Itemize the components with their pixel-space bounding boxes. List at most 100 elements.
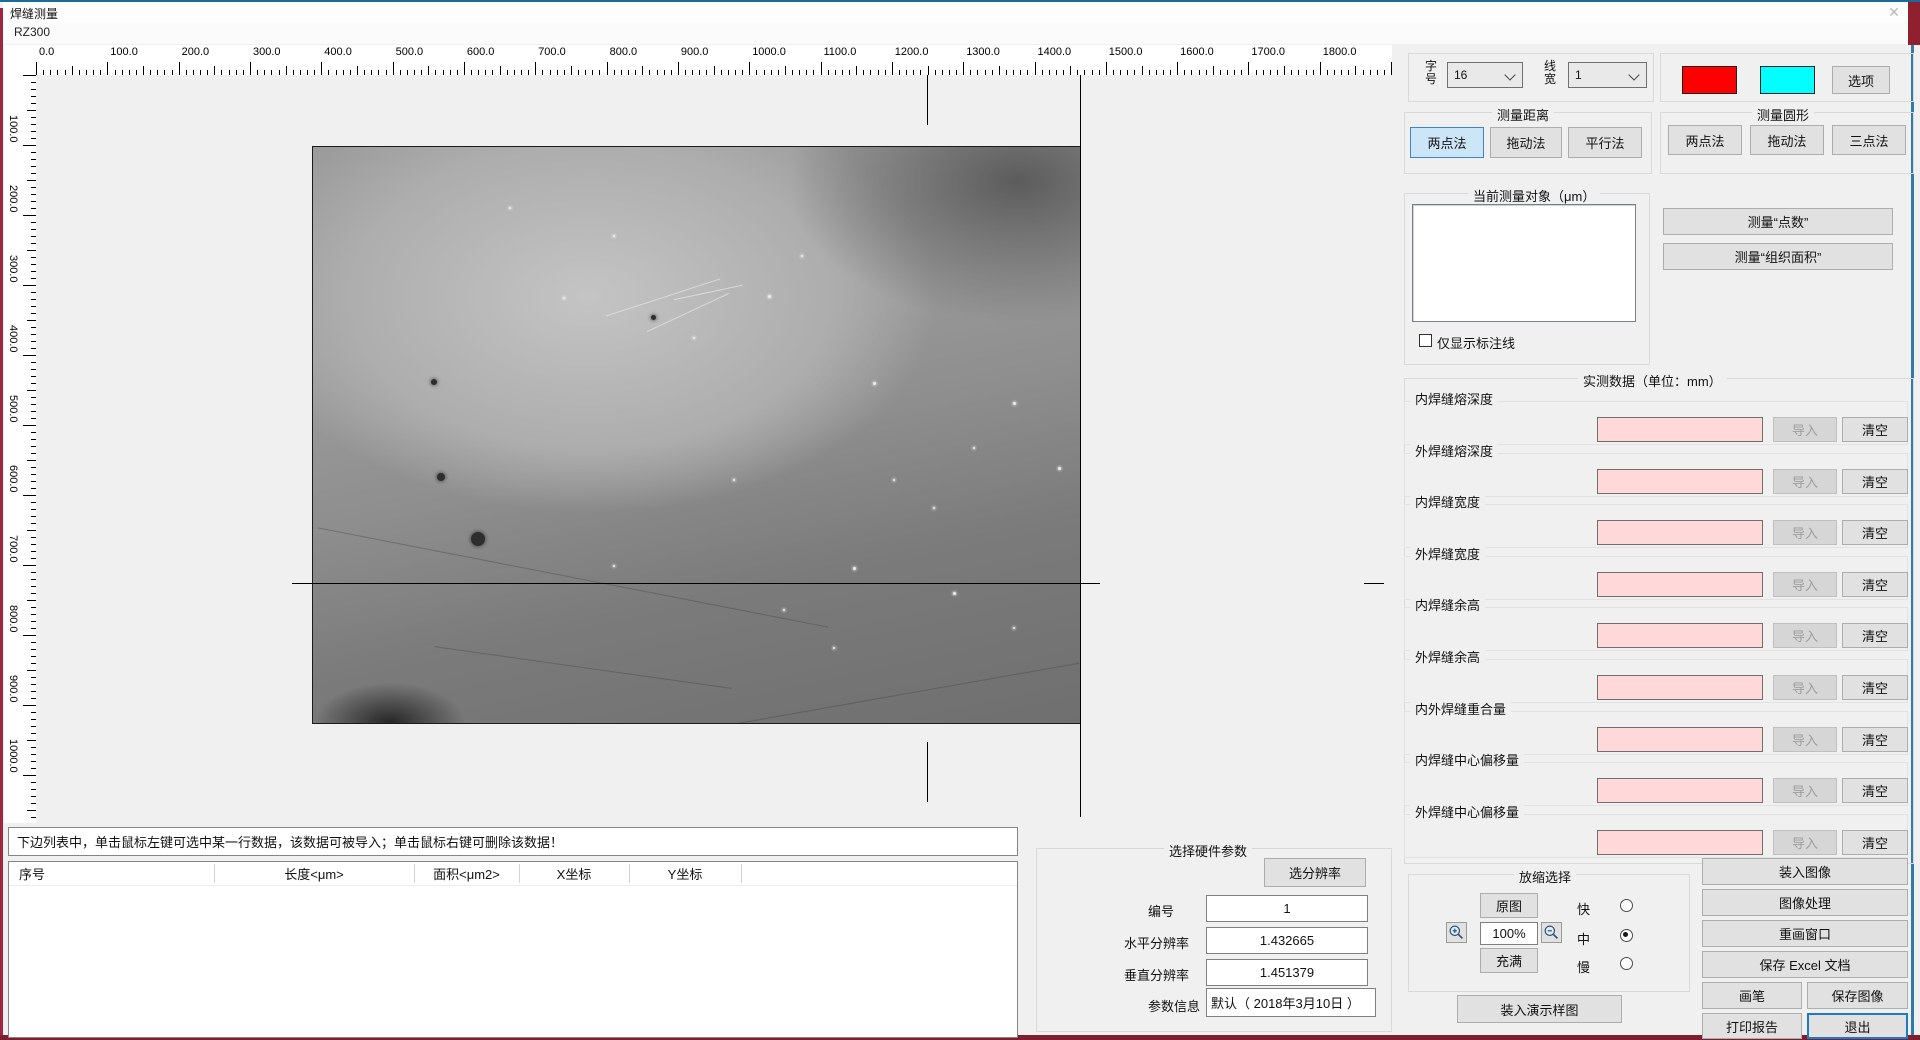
weld-specimen-image[interactable] (312, 146, 1081, 724)
menu-item-rz300[interactable]: RZ300 (14, 25, 50, 39)
magnifier-plus-icon[interactable] (1446, 922, 1467, 943)
print-report-button[interactable]: 打印报告 (1702, 1013, 1802, 1039)
primary-color-swatch[interactable] (1682, 66, 1737, 94)
measure-value-input[interactable] (1597, 469, 1763, 494)
ruler-tick (928, 66, 929, 75)
speed-slow-radio[interactable] (1620, 957, 1633, 970)
speed-fast-radio[interactable] (1620, 899, 1633, 912)
hw-id-field[interactable]: 1 (1206, 895, 1368, 922)
table-header-0[interactable]: 序号 (9, 862, 224, 885)
menu-bar (3, 22, 1908, 44)
measure-value-input[interactable] (1597, 675, 1763, 700)
image-process-button[interactable]: 图像处理 (1702, 889, 1908, 916)
table-header-separator (214, 864, 215, 883)
clear-button[interactable]: 清空 (1842, 469, 1908, 494)
exit-button[interactable]: 退出 (1807, 1013, 1908, 1039)
clear-button[interactable]: 清空 (1842, 417, 1908, 442)
load-demo-image-button[interactable]: 装入演示样图 (1457, 995, 1622, 1023)
clear-button[interactable]: 清空 (1842, 778, 1908, 803)
ruler-tick (963, 62, 964, 75)
table-header-2[interactable]: 面积<μm2> (414, 862, 519, 885)
table-header-3[interactable]: X坐标 (519, 862, 629, 885)
circle-three-point-button[interactable]: 三点法 (1832, 125, 1906, 155)
clear-button[interactable]: 清空 (1842, 727, 1908, 752)
measure-row-label: 外焊缝余高 (1410, 647, 1485, 666)
ruler-label: 1400.0 (1038, 46, 1072, 58)
image-dark-spot (431, 379, 437, 385)
results-table[interactable]: 序号长度<μm>面积<μm2>X坐标Y坐标 (8, 861, 1018, 1038)
measure-horizontal-line[interactable] (292, 583, 1100, 584)
hw-info-field[interactable]: 默认（ 2018年3月10日 ） (1206, 988, 1376, 1017)
measure-value-input[interactable] (1597, 520, 1763, 545)
line-width-select[interactable]: 1 (1568, 62, 1647, 88)
current-object-listbox[interactable] (1412, 204, 1636, 322)
load-image-button[interactable]: 装入图像 (1702, 858, 1908, 885)
clear-button[interactable]: 清空 (1842, 623, 1908, 648)
zoom-original-button[interactable]: 原图 (1480, 893, 1538, 918)
zoom-fill-button[interactable]: 充满 (1480, 948, 1538, 973)
magnifier-minus-icon[interactable] (1541, 922, 1562, 943)
ruler-label: 700.0 (538, 46, 566, 58)
circle-two-point-button[interactable]: 两点法 (1668, 125, 1742, 155)
measure-vertical-marker-top[interactable] (927, 75, 928, 125)
current-object-title: 当前测量对象（μm） (1468, 186, 1600, 205)
hw-vres-field[interactable]: 1.451379 (1206, 959, 1368, 986)
measure-vertical-line[interactable] (1080, 75, 1081, 817)
measure-value-input[interactable] (1597, 572, 1763, 597)
distance-two-point-button[interactable]: 两点法 (1410, 127, 1484, 158)
zoom-percent-field[interactable]: 100% (1480, 922, 1538, 945)
measure-tissue-area-button[interactable]: 测量“组织面积” (1663, 243, 1893, 270)
ruler-corner (4, 45, 36, 75)
table-header-1[interactable]: 长度<μm> (214, 862, 414, 885)
import-button: 导入 (1773, 572, 1837, 597)
distance-drag-button[interactable]: 拖动法 (1490, 127, 1562, 158)
options-button[interactable]: 选项 (1832, 66, 1890, 94)
ruler-tick (27, 180, 36, 181)
image-speck (933, 507, 935, 509)
measure-horizontal-marker-right[interactable] (1364, 583, 1384, 584)
distance-parallel-button[interactable]: 平行法 (1568, 127, 1642, 158)
clear-button[interactable]: 清空 (1842, 830, 1908, 855)
image-speck (783, 609, 785, 611)
hw-hres-field[interactable]: 1.432665 (1206, 927, 1368, 954)
save-excel-button[interactable]: 保存 Excel 文档 (1702, 951, 1908, 978)
select-resolution-button[interactable]: 选分辨率 (1264, 858, 1366, 887)
font-size-select[interactable]: 16 (1447, 62, 1523, 88)
ruler-label-text: 600.0 (7, 465, 19, 493)
paintbrush-button[interactable]: 画笔 (1702, 982, 1802, 1009)
image-speck (833, 647, 835, 649)
ruler-tick (642, 66, 643, 75)
clear-button[interactable]: 清空 (1842, 572, 1908, 597)
measure-value-input[interactable] (1597, 830, 1763, 855)
image-dark-spot (651, 315, 656, 320)
measure-points-button[interactable]: 测量“点数” (1663, 208, 1893, 235)
measure-vertical-marker-bottom[interactable] (927, 742, 928, 802)
ruler-label: 900.0 (7, 659, 23, 703)
ruler-tick (1248, 62, 1249, 75)
image-speck (853, 567, 856, 570)
ruler-label-text: 500.0 (7, 395, 19, 423)
save-image-button[interactable]: 保存图像 (1807, 982, 1908, 1009)
measure-value-input[interactable] (1597, 727, 1763, 752)
import-button: 导入 (1773, 417, 1837, 442)
show-annotation-only-checkbox[interactable] (1419, 334, 1432, 347)
ruler-tick (1213, 66, 1214, 75)
image-dark-spot (471, 532, 485, 546)
close-icon[interactable]: ✕ (1884, 4, 1904, 20)
measure-value-input[interactable] (1597, 417, 1763, 442)
clear-button[interactable]: 清空 (1842, 520, 1908, 545)
line-width-value: 1 (1575, 68, 1582, 82)
table-header-separator (629, 864, 630, 883)
ruler-tick (714, 66, 715, 75)
table-header-4[interactable]: Y坐标 (629, 862, 741, 885)
import-button: 导入 (1773, 778, 1837, 803)
redraw-window-button[interactable]: 重画窗口 (1702, 920, 1908, 947)
ruler-tick (23, 495, 36, 496)
measure-value-input[interactable] (1597, 623, 1763, 648)
clear-button[interactable]: 清空 (1842, 675, 1908, 700)
ruler-tick (27, 320, 36, 321)
speed-medium-radio[interactable] (1620, 929, 1633, 942)
circle-drag-button[interactable]: 拖动法 (1750, 125, 1824, 155)
measure-value-input[interactable] (1597, 778, 1763, 803)
secondary-color-swatch[interactable] (1760, 66, 1815, 94)
